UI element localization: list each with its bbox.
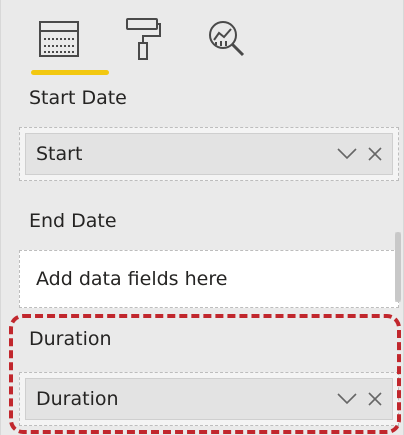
- tab-format[interactable]: [117, 14, 169, 64]
- start-date-remove-button[interactable]: [364, 143, 386, 165]
- end-date-placeholder: Add data fields here: [36, 268, 228, 290]
- duration-remove-button[interactable]: [364, 388, 386, 410]
- duration-well: Duration: [19, 372, 399, 426]
- pane-tab-bar: [9, 0, 401, 86]
- tab-analytics[interactable]: [201, 14, 253, 64]
- close-icon: [368, 147, 382, 161]
- chevron-down-icon: [337, 393, 357, 405]
- duration-dropdown-button[interactable]: [336, 388, 358, 410]
- end-date-drop-zone[interactable]: Add data fields here: [19, 250, 399, 308]
- duration-field-chip[interactable]: Duration: [25, 378, 393, 420]
- start-date-label: Start Date: [29, 87, 127, 109]
- tab-fields[interactable]: [33, 14, 85, 64]
- start-date-dropdown-button[interactable]: [336, 143, 358, 165]
- pane-scrollbar[interactable]: [395, 232, 401, 302]
- active-tab-underline: [31, 70, 109, 75]
- close-icon: [368, 392, 382, 406]
- analytics-magnifier-icon: [209, 21, 245, 57]
- end-date-label: End Date: [29, 210, 117, 232]
- chevron-down-icon: [337, 148, 357, 160]
- duration-field-actions: [336, 379, 386, 419]
- fields-pane: Start Date Start End Date Add data field…: [9, 0, 401, 435]
- fields-icon: [39, 21, 79, 57]
- duration-label: Duration: [29, 328, 112, 350]
- start-date-well: Start: [19, 127, 399, 181]
- duration-field-name: Duration: [36, 388, 119, 410]
- start-date-field-actions: [336, 134, 386, 174]
- start-date-field-name: Start: [36, 143, 83, 165]
- start-date-field-chip[interactable]: Start: [25, 133, 393, 175]
- format-paint-roller-icon: [126, 18, 161, 60]
- visualizations-pane-frame: Start Date Start End Date Add data field…: [0, 0, 404, 435]
